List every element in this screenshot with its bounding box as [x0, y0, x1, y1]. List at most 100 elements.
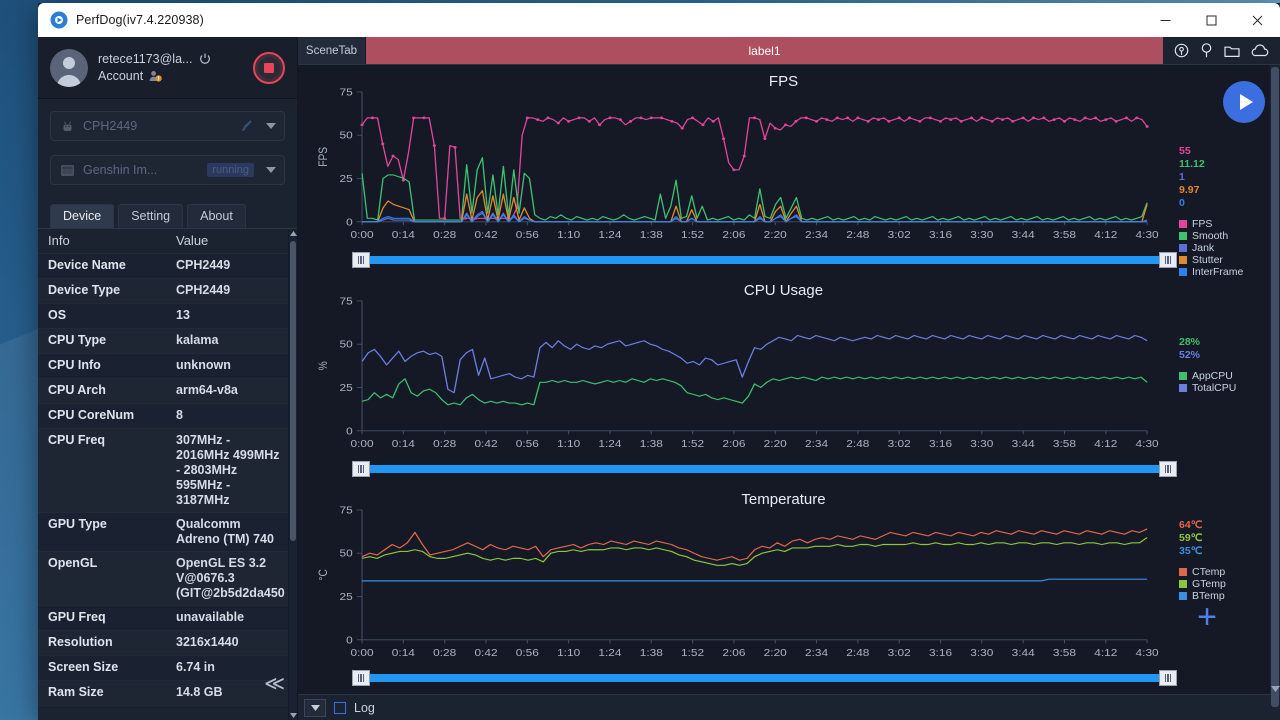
- table-row[interactable]: OpenGL OpenGL ES 3.2 V@0676.3 (GIT@2b5d2d…: [38, 552, 288, 606]
- legend-item[interactable]: AppCPU: [1179, 370, 1263, 382]
- svg-text:3:58: 3:58: [1053, 438, 1076, 449]
- svg-text:2:20: 2:20: [764, 438, 787, 449]
- slider-handle-left[interactable]: [352, 461, 370, 477]
- svg-text:0:56: 0:56: [516, 647, 539, 658]
- chart-column: FPS 0 25 50 75 FPS 0:00 0:14 0:28 0:42 0:56 1:10 1:2…: [298, 65, 1269, 694]
- legend-value: 1: [1179, 171, 1185, 183]
- minimize-button[interactable]: [1142, 3, 1188, 37]
- pin-icon[interactable]: [1200, 43, 1213, 58]
- series-fps: [361, 117, 1148, 219]
- svg-text:75: 75: [340, 87, 353, 98]
- add-metric-button[interactable]: +: [1197, 600, 1217, 634]
- legend-value: 64℃: [1179, 519, 1203, 531]
- main-panel: SceneTab label1 FPS 0 25 50 75 FPS 0:00 …: [298, 37, 1280, 720]
- folder-icon[interactable]: [1224, 44, 1240, 58]
- chart-temperature: Temperature 0 25 50 75 °C 0:00 0:14 0:28 0:42 0:56…: [298, 485, 1269, 670]
- svg-text:4:12: 4:12: [1094, 438, 1117, 449]
- legend-item[interactable]: TotalCPU: [1179, 382, 1263, 394]
- svg-text:2:34: 2:34: [805, 647, 828, 658]
- svg-text:0:42: 0:42: [474, 438, 497, 449]
- table-row[interactable]: CPU Info unknown: [38, 354, 288, 379]
- table-row[interactable]: GPU Type Qualcomm Adreno (TM) 740: [38, 513, 288, 552]
- maximize-button[interactable]: [1188, 3, 1234, 37]
- slider-handle-right[interactable]: [1159, 670, 1177, 686]
- main-scrollbar[interactable]: [1269, 65, 1280, 707]
- table-cell-key: OS: [48, 308, 67, 322]
- legend-item[interactable]: FPS: [1179, 218, 1263, 230]
- legend-item[interactable]: CTemp: [1179, 566, 1263, 578]
- svg-text:3:16: 3:16: [929, 438, 952, 449]
- svg-text:0:28: 0:28: [433, 229, 456, 240]
- table-row[interactable]: GPU Freq unavailable: [38, 606, 288, 631]
- legend-swatch: [1179, 372, 1187, 380]
- power-icon[interactable]: [199, 53, 211, 65]
- tab-setting[interactable]: Setting: [118, 204, 184, 228]
- location-pin-icon[interactable]: [1174, 43, 1189, 58]
- table-row[interactable]: OS 13: [38, 304, 288, 329]
- legend-item[interactable]: Smooth: [1179, 230, 1263, 242]
- series-gtemp: [361, 537, 1148, 566]
- scroll-down-icon[interactable]: [289, 711, 297, 720]
- app-select[interactable]: Genshin Im... running: [50, 155, 285, 185]
- svg-text:3:30: 3:30: [970, 438, 993, 449]
- stop-record-button[interactable]: [253, 51, 285, 84]
- table-row[interactable]: Screen Size 6.74 in: [38, 656, 288, 681]
- table-cell-key: CPU CoreNum: [48, 408, 135, 422]
- tab-icon-group: [1163, 37, 1280, 64]
- label-tab[interactable]: label1: [366, 37, 1163, 64]
- window-title: PerfDog(iv7.4.220938): [76, 13, 204, 27]
- svg-text:1:52: 1:52: [681, 438, 704, 449]
- slider-handle-left[interactable]: [352, 670, 370, 686]
- scroll-up-icon[interactable]: [289, 229, 297, 238]
- slider-track[interactable]: [362, 465, 1167, 473]
- svg-text:4:12: 4:12: [1094, 647, 1117, 658]
- tab-about[interactable]: About: [187, 204, 246, 228]
- collapse-left-icon[interactable]: ≪: [264, 674, 285, 694]
- table-cell-value: 13: [176, 308, 190, 322]
- table-cell-value: unavailable: [176, 610, 245, 624]
- log-checkbox[interactable]: [334, 701, 346, 714]
- svg-text:2:06: 2:06: [722, 438, 745, 449]
- table-row[interactable]: CPU Type kalama: [38, 329, 288, 354]
- svg-text:75: 75: [340, 505, 353, 516]
- table-cell-key: GPU Type: [48, 517, 107, 531]
- cloud-icon[interactable]: [1251, 44, 1269, 57]
- table-cell-key: CPU Freq: [48, 433, 105, 447]
- table-row[interactable]: CPU Arch arm64-v8a: [38, 379, 288, 404]
- table-row[interactable]: Resolution 3216x1440: [38, 631, 288, 656]
- scrollbar-thumb[interactable]: [290, 241, 296, 541]
- play-button[interactable]: [1223, 81, 1265, 123]
- timeline-slider[interactable]: [298, 252, 1269, 268]
- usb-link-icon[interactable]: [240, 119, 254, 133]
- table-row[interactable]: Ram Size 14.8 GB: [38, 681, 288, 706]
- svg-text:0:56: 0:56: [516, 438, 539, 449]
- timeline-slider[interactable]: [298, 670, 1269, 686]
- legend-item[interactable]: GTemp: [1179, 578, 1263, 590]
- svg-text:3:58: 3:58: [1053, 229, 1076, 240]
- table-row[interactable]: Device Name CPH2449: [38, 254, 288, 279]
- table-row[interactable]: CPU Freq 307MHz - 2016MHz 499MHz - 2803MH…: [38, 429, 288, 513]
- sidebar-scrollbar[interactable]: [288, 229, 297, 720]
- table-row[interactable]: CPU CoreNum 8: [38, 404, 288, 429]
- chevron-down-icon[interactable]: [1270, 686, 1280, 692]
- timeline-slider[interactable]: [298, 461, 1269, 477]
- legend-value: 28%: [1179, 336, 1201, 348]
- svg-text:4:30: 4:30: [1136, 229, 1159, 240]
- scene-tab[interactable]: SceneTab: [298, 37, 366, 64]
- table-row[interactable]: Device Type CPH2449: [38, 279, 288, 304]
- slider-handle-right[interactable]: [1159, 252, 1177, 268]
- svg-text:3:30: 3:30: [970, 229, 993, 240]
- log-dropdown-button[interactable]: [304, 698, 326, 717]
- close-button[interactable]: [1234, 3, 1280, 37]
- legend-item[interactable]: BTemp: [1179, 590, 1263, 602]
- chart-plot: 0 25 50 75 FPS 0:00 0:14 0:28 0:42 0:56 1:10 1:24 1:…: [317, 87, 1159, 240]
- slider-handle-left[interactable]: [352, 252, 370, 268]
- svg-text:1:24: 1:24: [598, 647, 621, 658]
- slider-handle-right[interactable]: [1159, 461, 1177, 477]
- device-select[interactable]: CPH2449: [50, 111, 285, 141]
- scrollbar-thumb[interactable]: [1271, 67, 1279, 707]
- slider-track[interactable]: [362, 256, 1167, 264]
- tab-device[interactable]: Device: [50, 204, 115, 228]
- svg-text:3:16: 3:16: [929, 229, 952, 240]
- slider-track[interactable]: [362, 674, 1167, 682]
